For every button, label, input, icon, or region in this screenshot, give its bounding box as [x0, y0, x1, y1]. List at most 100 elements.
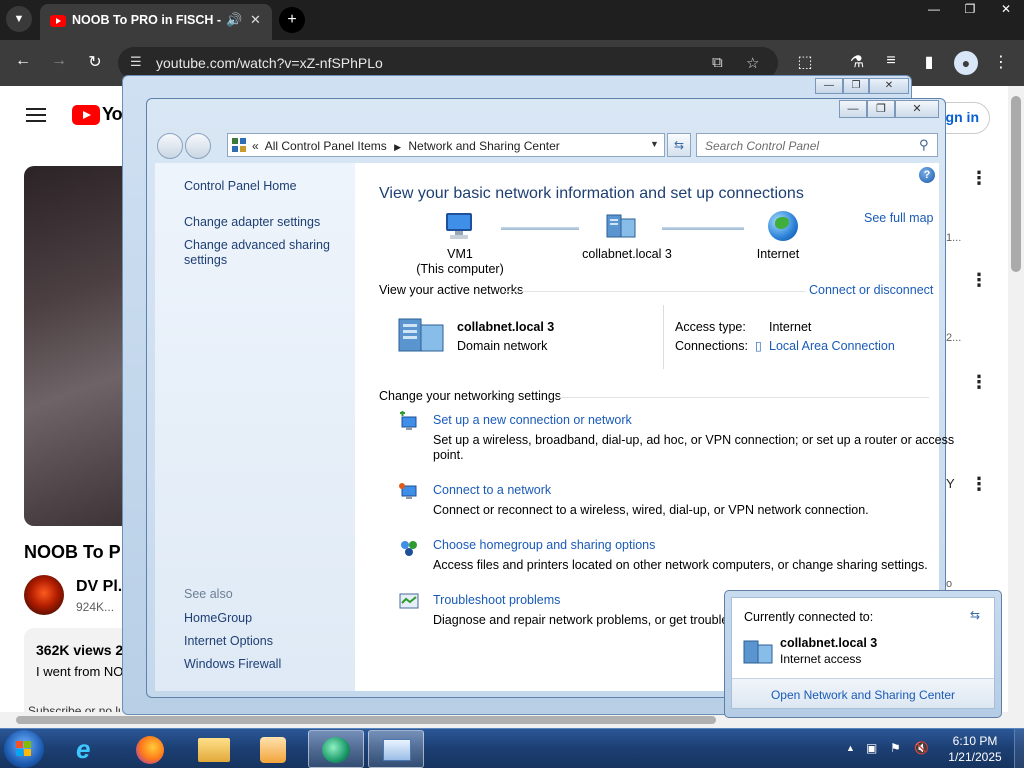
see-full-map-link[interactable]: See full map: [864, 211, 933, 225]
active-network-name: collabnet.local 3: [457, 320, 555, 334]
sidebar-meta-fragment: 2...: [946, 332, 962, 344]
networking-settings-heading: Change your networking settings: [379, 389, 562, 403]
media-player-taskbar-button[interactable]: [246, 730, 302, 768]
divider: [505, 291, 805, 292]
minimize-button[interactable]: —: [815, 78, 843, 94]
new-tab-button[interactable]: +: [279, 7, 305, 33]
flyout-heading: Currently connected to:: [744, 610, 874, 624]
tab-close-button[interactable]: ✕: [250, 12, 261, 28]
remote-app-taskbar-button[interactable]: [308, 730, 364, 768]
action-center-flag-icon[interactable]: ⚑: [890, 741, 901, 755]
address-bar[interactable]: « All Control Panel Items ▶ Network and …: [227, 133, 665, 157]
control-panel-home-link[interactable]: Control Panel Home: [184, 179, 297, 193]
network-flyout: Currently connected to: ⇆ collabnet.loca…: [724, 590, 1002, 718]
minimize-button[interactable]: —: [839, 100, 867, 118]
page-scrollbar[interactable]: [1008, 86, 1024, 728]
video-more-icon[interactable]: ⋮: [970, 474, 988, 495]
browser-close-button[interactable]: ✕: [988, 0, 1024, 20]
internet-options-link[interactable]: Internet Options: [184, 634, 273, 648]
refresh-button[interactable]: ⇆: [667, 133, 691, 157]
show-hidden-icons-button[interactable]: ▲: [846, 743, 855, 753]
search-input[interactable]: Search Control Panel: [705, 139, 819, 153]
homegroup-sharing-desc: Access files and printers located on oth…: [433, 558, 928, 572]
media-controls-icon[interactable]: ≡: [880, 52, 902, 70]
browser-tab-active[interactable]: NOOB To PRO in FISCH - $ 🔊 ✕: [40, 4, 272, 40]
bookmark-star-icon[interactable]: ☆: [746, 54, 759, 72]
show-desktop-button[interactable]: [1014, 729, 1024, 768]
maximize-button[interactable]: ❐: [843, 78, 869, 94]
back-arrow-icon[interactable]: ←: [12, 52, 34, 70]
change-advanced-sharing-link[interactable]: Change advanced sharing settings: [184, 238, 344, 268]
domain-network-icon[interactable]: [397, 315, 445, 353]
change-adapter-settings-link[interactable]: Change adapter settings: [184, 215, 320, 229]
browser-restore-button[interactable]: ❐: [952, 0, 988, 20]
connect-to-network-link[interactable]: Connect to a network: [433, 483, 551, 497]
profile-avatar-icon[interactable]: ●: [954, 51, 978, 75]
homegroup-sharing-link[interactable]: Choose homegroup and sharing options: [433, 538, 655, 552]
channel-subscribers: 924K...: [76, 600, 115, 614]
computer-name: VM1: [447, 247, 473, 261]
reload-icon[interactable]: ↻: [84, 52, 106, 72]
back-button[interactable]: [157, 133, 183, 159]
breadcrumb-prefix[interactable]: «: [252, 139, 259, 153]
side-panel-icon[interactable]: ▮: [918, 52, 940, 72]
media-player-icon: [260, 737, 286, 763]
close-button[interactable]: ✕: [895, 100, 939, 118]
labs-flask-icon[interactable]: ⚗: [846, 52, 868, 72]
video-more-icon[interactable]: ⋮: [970, 270, 988, 291]
scroll-thumb[interactable]: [1011, 96, 1021, 272]
setup-new-connection-link[interactable]: Set up a new connection or network: [433, 413, 632, 427]
youtube-logo-icon[interactable]: [72, 105, 100, 125]
close-button[interactable]: ✕: [869, 78, 909, 94]
breadcrumb-all-items[interactable]: All Control Panel Items: [265, 139, 387, 153]
breadcrumb-network-sharing[interactable]: Network and Sharing Center: [408, 139, 559, 153]
youtube-logo-text[interactable]: Yo: [102, 104, 123, 125]
connect-or-disconnect-link[interactable]: Connect or disconnect: [809, 283, 933, 297]
tab-search-button[interactable]: ▼: [6, 6, 32, 32]
network-tray-icon[interactable]: ▣: [866, 741, 877, 755]
active-network-type[interactable]: Domain network: [457, 339, 547, 353]
connect-network-icon: [399, 483, 417, 499]
install-app-icon[interactable]: ⧉: [712, 54, 723, 71]
address-url[interactable]: youtube.com/watch?v=xZ-nfSPhPLo: [156, 55, 383, 71]
maximize-button[interactable]: ❐: [867, 100, 895, 118]
computer-icon[interactable]: [444, 212, 474, 240]
internet-globe-icon[interactable]: [768, 211, 798, 241]
new-connection-icon: [400, 411, 417, 430]
extensions-icon[interactable]: ⬚: [794, 52, 816, 72]
forward-button[interactable]: [185, 133, 211, 159]
channel-avatar[interactable]: [24, 575, 64, 615]
help-icon[interactable]: ?: [919, 167, 935, 183]
homegroup-link[interactable]: HomeGroup: [184, 611, 252, 625]
local-area-connection-link[interactable]: Local Area Connection: [769, 339, 895, 353]
breadcrumb-separator-icon[interactable]: ▶: [390, 142, 405, 152]
site-info-icon[interactable]: ☰: [130, 54, 142, 70]
setup-new-connection-desc-2: point.: [433, 448, 464, 462]
start-button[interactable]: [4, 730, 44, 768]
internet-explorer-taskbar-button[interactable]: e: [62, 730, 118, 768]
troubleshoot-problems-link[interactable]: Troubleshoot problems: [433, 593, 560, 607]
forward-arrow-icon[interactable]: →: [48, 52, 70, 70]
network-refresh-icon[interactable]: ⇆: [970, 608, 980, 622]
speaker-icon[interactable]: 🔊: [226, 12, 242, 28]
network-icon[interactable]: [605, 211, 637, 241]
volume-muted-icon[interactable]: 🔇: [914, 741, 929, 755]
see-also-heading: See also: [184, 587, 233, 601]
scroll-thumb[interactable]: [16, 716, 716, 724]
computer-label: VM1 (This computer): [395, 247, 525, 277]
browser-menu-icon[interactable]: ⋮: [990, 52, 1012, 72]
explorer-taskbar-button[interactable]: [186, 730, 242, 768]
search-icon[interactable]: ⚲: [919, 137, 929, 153]
firefox-taskbar-button[interactable]: [122, 730, 178, 768]
video-more-icon[interactable]: ⋮: [970, 168, 988, 189]
search-box[interactable]: Search Control Panel ⚲: [696, 133, 938, 157]
windows-firewall-link[interactable]: Windows Firewall: [184, 657, 281, 671]
address-dropdown-icon[interactable]: ▼: [650, 139, 659, 149]
breadcrumb[interactable]: « All Control Panel Items ▶ Network and …: [252, 139, 560, 153]
control-panel-taskbar-button[interactable]: [368, 730, 424, 768]
open-network-sharing-center-link[interactable]: Open Network and Sharing Center: [732, 688, 994, 702]
video-more-icon[interactable]: ⋮: [970, 372, 988, 393]
browser-minimize-button[interactable]: —: [916, 0, 952, 20]
youtube-menu-icon[interactable]: [26, 108, 46, 122]
system-clock[interactable]: 6:10 PM 1/21/2025: [940, 733, 1010, 765]
